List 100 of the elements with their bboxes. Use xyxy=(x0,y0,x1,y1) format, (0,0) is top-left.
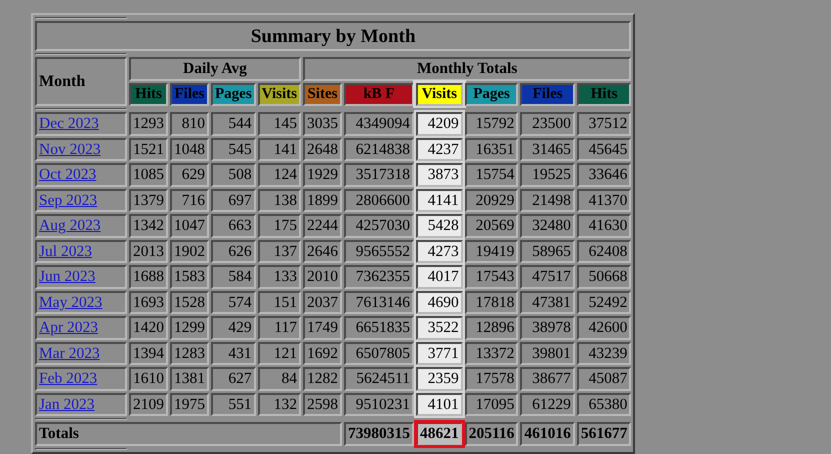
table-cell: 121 xyxy=(258,342,301,365)
total-cell: 205116 xyxy=(464,422,518,446)
table-cell: 145 xyxy=(258,112,301,136)
table-cell: 4237 xyxy=(416,138,463,161)
table-cell: 1420 xyxy=(129,316,168,340)
table-cell: 1283 xyxy=(170,342,209,365)
totals-label: Totals xyxy=(35,422,342,446)
table-cell: 1299 xyxy=(170,316,209,340)
table-cell: 1610 xyxy=(129,367,168,390)
table-cell: 19525 xyxy=(520,163,575,186)
table-cell: 6507805 xyxy=(344,342,414,365)
column-header: Hits xyxy=(129,82,168,106)
table-cell: 9510231 xyxy=(344,392,414,416)
table-cell: 175 xyxy=(258,214,301,238)
table-cell: 52492 xyxy=(576,290,632,314)
table-cell: 21498 xyxy=(520,188,575,212)
table-cell: 3771 xyxy=(416,342,463,365)
table-cell: 1583 xyxy=(170,265,209,288)
table-cell: 33646 xyxy=(576,163,632,186)
table-cell: 42600 xyxy=(576,316,632,340)
table-cell: 2109 xyxy=(129,392,168,416)
table-cell: 138 xyxy=(258,188,301,212)
table-cell: 4690 xyxy=(416,290,463,314)
table-cell: 2244 xyxy=(302,214,342,238)
column-header: kB F xyxy=(344,82,414,106)
total-cell: 561677 xyxy=(576,422,632,446)
table-cell: 15792 xyxy=(464,112,518,136)
table-cell: 6214838 xyxy=(344,138,414,161)
total-cell: 48621 xyxy=(416,422,463,446)
table-cell: 1342 xyxy=(129,214,168,238)
table-cell: 544 xyxy=(211,112,256,136)
table-cell: 3522 xyxy=(416,316,463,340)
table-cell: 1521 xyxy=(129,138,168,161)
table-cell: 3035 xyxy=(302,112,342,136)
table-cell: 1528 xyxy=(170,290,209,314)
table-cell: 810 xyxy=(170,112,209,136)
table-cell: 7362355 xyxy=(344,265,414,288)
table-cell: 1929 xyxy=(302,163,342,186)
table-cell: 45645 xyxy=(576,138,632,161)
table-cell: 1688 xyxy=(129,265,168,288)
group-header: Daily Avg xyxy=(129,57,301,80)
column-header: Hits xyxy=(576,82,632,106)
table-cell: 141 xyxy=(258,138,301,161)
table-cell: 4141 xyxy=(416,188,463,212)
table-cell: 1282 xyxy=(302,367,342,390)
table-cell: 133 xyxy=(258,265,301,288)
table-cell: 17543 xyxy=(464,265,518,288)
table-cell: 1085 xyxy=(129,163,168,186)
column-header: Files xyxy=(520,82,575,106)
table-cell: 12896 xyxy=(464,316,518,340)
table-cell: 151 xyxy=(258,290,301,314)
column-header: Pages xyxy=(211,82,256,106)
table-cell: 2013 xyxy=(129,240,168,263)
group-header: Monthly Totals xyxy=(302,57,632,80)
table-cell: 1379 xyxy=(129,188,168,212)
table-cell: 17818 xyxy=(464,290,518,314)
table-cell: 1047 xyxy=(170,214,209,238)
column-header: Sites xyxy=(302,82,342,106)
table-title: Summary by Month xyxy=(35,21,632,51)
table-cell: 62408 xyxy=(576,240,632,263)
table-cell: 697 xyxy=(211,188,256,212)
table-cell: 37512 xyxy=(576,112,632,136)
table-cell: 23500 xyxy=(520,112,575,136)
column-header: Files xyxy=(170,82,209,106)
table-cell: 19419 xyxy=(464,240,518,263)
table-cell: 1975 xyxy=(170,392,209,416)
table-cell: 4257030 xyxy=(344,214,414,238)
column-header: Pages xyxy=(464,82,518,106)
table-cell: 3873 xyxy=(416,163,463,186)
table-cell: 1381 xyxy=(170,367,209,390)
table-cell: 61229 xyxy=(520,392,575,416)
table-cell: 2037 xyxy=(302,290,342,314)
table-cell: 4209 xyxy=(416,112,463,136)
table-cell: 1693 xyxy=(129,290,168,314)
table-cell: 50668 xyxy=(576,265,632,288)
table-cell: 6651835 xyxy=(344,316,414,340)
table-cell: 3517318 xyxy=(344,163,414,186)
table-cell: 545 xyxy=(211,138,256,161)
table-cell: 45087 xyxy=(576,367,632,390)
table-cell: 43239 xyxy=(576,342,632,365)
table-cell: 16351 xyxy=(464,138,518,161)
table-cell: 1048 xyxy=(170,138,209,161)
column-header: Month xyxy=(35,57,127,106)
table-cell: 663 xyxy=(211,214,256,238)
table-cell: 39801 xyxy=(520,342,575,365)
table-cell: 15754 xyxy=(464,163,518,186)
table-cell: 629 xyxy=(170,163,209,186)
table-cell: 31465 xyxy=(520,138,575,161)
table-cell: 41630 xyxy=(576,214,632,238)
table-cell: 124 xyxy=(258,163,301,186)
table-cell: 38677 xyxy=(520,367,575,390)
table-cell: 626 xyxy=(211,240,256,263)
table-cell: 2598 xyxy=(302,392,342,416)
table-cell: 508 xyxy=(211,163,256,186)
table-cell: 20569 xyxy=(464,214,518,238)
table-cell: 1902 xyxy=(170,240,209,263)
table-cell: 132 xyxy=(258,392,301,416)
table-cell: 1394 xyxy=(129,342,168,365)
table-cell: 4017 xyxy=(416,265,463,288)
table-cell: 32480 xyxy=(520,214,575,238)
